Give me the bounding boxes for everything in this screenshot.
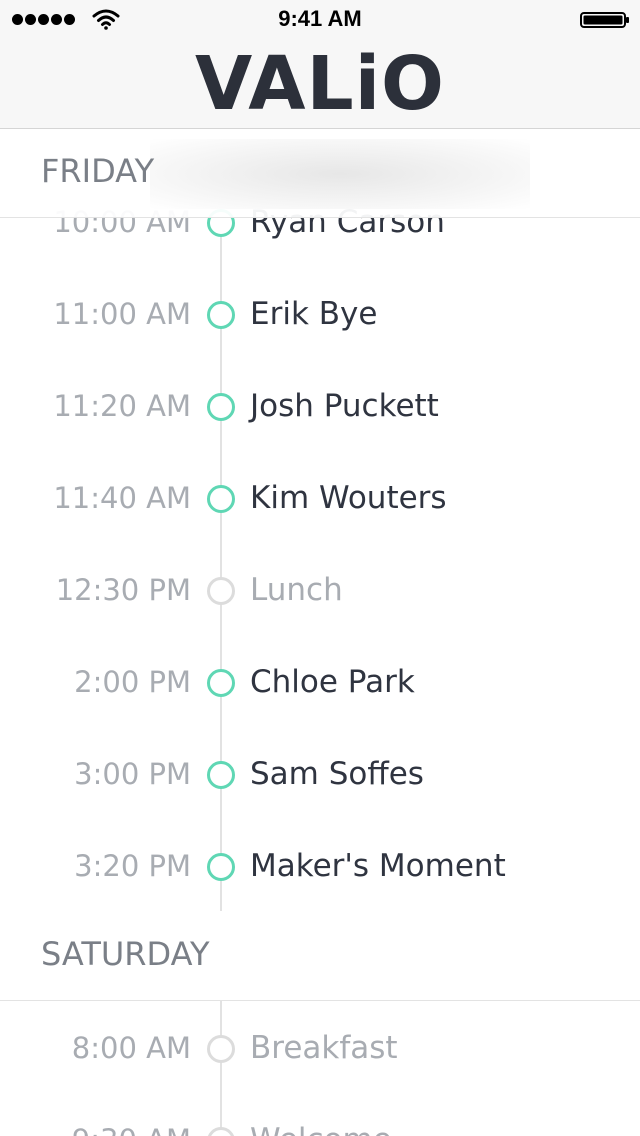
timeline-dot-icon (207, 1035, 235, 1063)
event-time: 3:20 PM (74, 849, 191, 883)
app-header: VALiO (0, 40, 640, 129)
timeline-dot-icon (207, 853, 235, 881)
schedule-event[interactable]: 11:40 AM Kim Wouters (0, 452, 640, 544)
schedule-event[interactable]: 11:00 AM Erik Bye (0, 268, 640, 360)
schedule-event[interactable]: 3:20 PM Maker's Moment (0, 820, 640, 912)
event-title: Josh Puckett (250, 388, 439, 424)
battery-icon (580, 12, 629, 28)
timeline-dot-icon (207, 393, 235, 421)
timeline-dot-icon (207, 1127, 235, 1136)
timeline-dot-icon (207, 761, 235, 789)
event-time: 8:00 AM (71, 1031, 191, 1065)
day-header-saturday: SATURDAY (0, 912, 640, 1001)
status-bar: 9:41 AM (0, 0, 640, 40)
event-title: Maker's Moment (250, 848, 506, 884)
schedule-event-break[interactable]: 8:00 AM Breakfast (0, 1002, 640, 1094)
timeline-dot-icon (207, 301, 235, 329)
event-title: Chloe Park (250, 664, 415, 700)
schedule-event-break[interactable]: 9:30 AM Welcome (0, 1094, 640, 1136)
event-title: Breakfast (250, 1030, 398, 1066)
event-time: 11:40 AM (53, 481, 191, 515)
event-time: 12:30 PM (55, 573, 191, 607)
schedule-event[interactable]: 11:20 AM Josh Puckett (0, 360, 640, 452)
event-title: Erik Bye (250, 296, 378, 332)
event-title: Welcome (250, 1094, 392, 1136)
timeline-dot-icon (207, 577, 235, 605)
timeline-dot-icon (207, 669, 235, 697)
schedule-event[interactable]: 2:00 PM Chloe Park (0, 636, 640, 728)
status-time: 9:41 AM (278, 6, 362, 31)
timeline-dot-icon (207, 485, 235, 513)
event-time: 11:00 AM (53, 297, 191, 331)
schedule-event[interactable]: 3:00 PM Sam Soffes (0, 728, 640, 820)
day-label: SATURDAY (41, 935, 210, 973)
event-time: 11:20 AM (53, 389, 191, 423)
event-time: 9:30 AM (72, 1094, 191, 1136)
event-title: Kim Wouters (250, 480, 447, 516)
day-label: FRIDAY (41, 152, 155, 190)
schedule-list[interactable]: 10:00 AM Ryan Carson 11:00 AM Erik Bye 1… (0, 129, 640, 1136)
event-time: 2:00 PM (74, 665, 191, 699)
app-logo: VALiO (195, 41, 445, 127)
event-time: 3:00 PM (74, 757, 191, 791)
schedule-event-break[interactable]: 12:30 PM Lunch (0, 544, 640, 636)
event-title: Lunch (250, 572, 343, 608)
day-header-friday: FRIDAY (0, 129, 640, 218)
event-title: Sam Soffes (250, 756, 424, 792)
